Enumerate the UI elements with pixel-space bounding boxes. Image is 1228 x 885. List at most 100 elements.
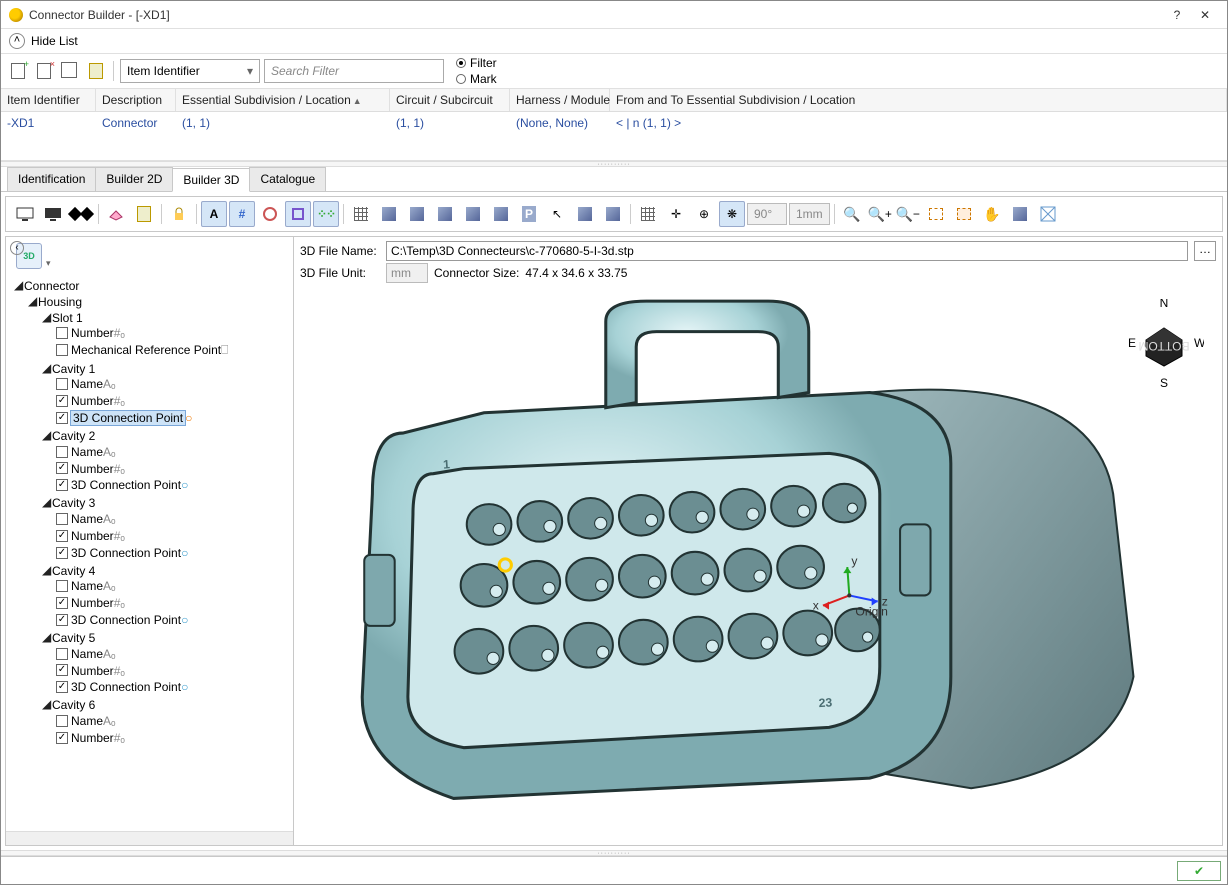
tool-snap-angle[interactable]: ❋ <box>719 201 745 227</box>
tool-zoom-in[interactable]: 🔍+ <box>867 201 893 227</box>
col-circuit[interactable]: Circuit / Subcircuit <box>390 89 510 111</box>
browse-file-button[interactable]: … <box>1194 241 1216 261</box>
checkbox[interactable] <box>56 462 68 474</box>
tool-grid[interactable] <box>348 201 374 227</box>
checkbox[interactable] <box>56 664 68 676</box>
checkbox[interactable] <box>56 580 68 592</box>
checkbox[interactable] <box>56 344 68 356</box>
tool-zoom-window[interactable] <box>923 201 949 227</box>
toggle-icon[interactable]: ◢ <box>42 428 52 442</box>
tool-cube-4[interactable] <box>488 201 514 227</box>
checkbox[interactable] <box>56 597 68 609</box>
toggle-icon[interactable]: ◢ <box>42 361 52 375</box>
checkbox[interactable] <box>56 395 68 407</box>
tool-eraser[interactable] <box>103 201 129 227</box>
checkbox[interactable] <box>56 412 68 424</box>
tool-zoom-out[interactable]: 🔍− <box>895 201 921 227</box>
tool-cube-2[interactable] <box>404 201 430 227</box>
toggle-icon[interactable]: ◢ <box>42 495 52 509</box>
search-input[interactable]: Search Filter <box>264 59 444 83</box>
unit-field[interactable]: mm <box>386 263 428 283</box>
ok-button[interactable]: ✔ <box>1177 861 1221 881</box>
tool-cube-5[interactable] <box>572 201 598 227</box>
checkbox[interactable] <box>56 479 68 491</box>
tool-diamonds[interactable] <box>68 201 94 227</box>
toggle-icon[interactable]: ◢ <box>28 294 38 308</box>
navigation-cube[interactable]: N S E W BOTTOM <box>1124 299 1204 389</box>
checkbox[interactable] <box>56 715 68 727</box>
col-from-to[interactable]: From and To Essential Subdivision / Loca… <box>610 89 1227 111</box>
cell-id: -XD1 <box>1 114 96 132</box>
toggle-icon[interactable]: ◢ <box>14 278 24 292</box>
tool-hash[interactable]: # <box>229 201 255 227</box>
svg-text:BOTTOM: BOTTOM <box>1138 339 1189 353</box>
distance-field[interactable]: 1mm <box>789 203 830 225</box>
tool-orbit[interactable] <box>1007 201 1033 227</box>
tab-catalogue[interactable]: Catalogue <box>249 167 326 191</box>
tool-pan[interactable]: ✋ <box>979 201 1005 227</box>
tool-monitor-2[interactable] <box>40 201 66 227</box>
checkbox[interactable] <box>56 648 68 660</box>
tree-scrollbar[interactable] <box>6 831 293 845</box>
tool-import[interactable] <box>131 201 157 227</box>
close-button[interactable]: ✕ <box>1191 8 1219 22</box>
tab-builder-2d[interactable]: Builder 2D <box>95 167 173 191</box>
tool-cursor[interactable]: ↖ <box>544 201 570 227</box>
element-tree[interactable]: ◢Connector ◢Housing ◢Slot 1 Number#ₒ Mec… <box>6 275 293 831</box>
col-description[interactable]: Description <box>96 89 176 111</box>
delete-item-button[interactable] <box>33 60 55 82</box>
tool-cube-p[interactable]: P <box>516 201 542 227</box>
angle-field[interactable]: 90° <box>747 203 787 225</box>
checkbox[interactable] <box>56 327 68 339</box>
tool-square[interactable] <box>285 201 311 227</box>
tool-monitor-1[interactable] <box>12 201 38 227</box>
toggle-icon[interactable]: ◢ <box>42 310 52 324</box>
help-button[interactable]: ? <box>1163 8 1191 22</box>
tool-view-cube[interactable] <box>1035 201 1061 227</box>
filter-mark-group: Filter Mark <box>456 56 497 86</box>
mark-radio[interactable]: Mark <box>456 72 497 86</box>
tool-snap-center[interactable]: ⊕ <box>691 201 717 227</box>
hide-list-bar[interactable]: ˄ Hide List <box>1 29 1227 54</box>
chevron-up-icon[interactable]: ˄ <box>9 33 25 49</box>
toggle-icon[interactable]: ◢ <box>42 563 52 577</box>
checkbox[interactable] <box>56 681 68 693</box>
checkbox[interactable] <box>56 530 68 542</box>
tool-text-a[interactable]: A <box>201 201 227 227</box>
app-icon <box>9 8 23 22</box>
tool-zoom-selection[interactable] <box>951 201 977 227</box>
canvas-3d[interactable]: 1 23 z y x Origin N S E W <box>300 291 1216 839</box>
tab-identification[interactable]: Identification <box>7 167 96 191</box>
col-harness[interactable]: Harness / Module <box>510 89 610 111</box>
filter-radio[interactable]: Filter <box>456 56 497 70</box>
copy-button[interactable] <box>59 60 81 82</box>
tree-item-selected[interactable]: 3D Connection Point <box>71 411 185 425</box>
tool-cube-group[interactable] <box>460 201 486 227</box>
grid-row[interactable]: -XD1 Connector (1, 1) (1, 1) (None, None… <box>1 112 1227 134</box>
checkbox[interactable] <box>56 446 68 458</box>
field-selector-dropdown[interactable]: Item Identifier <box>120 59 260 83</box>
toggle-icon[interactable]: ◢ <box>42 697 52 711</box>
tab-builder-3d[interactable]: Builder 3D <box>172 168 250 192</box>
toggle-icon[interactable]: ◢ <box>42 630 52 644</box>
checkbox[interactable] <box>56 513 68 525</box>
tool-lock[interactable] <box>166 201 192 227</box>
tool-circle[interactable] <box>257 201 283 227</box>
checkbox[interactable] <box>56 614 68 626</box>
checkbox[interactable] <box>56 547 68 559</box>
tool-cube-1[interactable] <box>376 201 402 227</box>
file-name-input[interactable]: C:\Temp\3D Connecteurs\c-770680-5-I-3d.s… <box>386 241 1188 261</box>
collapse-tree-button[interactable]: ‹ <box>10 241 24 255</box>
checkbox[interactable] <box>56 732 68 744</box>
tool-scatter[interactable]: ⁘⁘ <box>313 201 339 227</box>
paste-button[interactable] <box>85 60 107 82</box>
tool-zoom-fit[interactable]: 🔍 <box>839 201 865 227</box>
col-item-identifier[interactable]: Item Identifier <box>1 89 96 111</box>
tool-cube-3[interactable] <box>432 201 458 227</box>
checkbox[interactable] <box>56 378 68 390</box>
new-item-button[interactable] <box>7 60 29 82</box>
tool-snap-grid[interactable] <box>635 201 661 227</box>
tool-cube-6[interactable] <box>600 201 626 227</box>
tool-snap-point[interactable]: ✛ <box>663 201 689 227</box>
col-essential-subdivision[interactable]: Essential Subdivision / Location▲ <box>176 89 390 111</box>
